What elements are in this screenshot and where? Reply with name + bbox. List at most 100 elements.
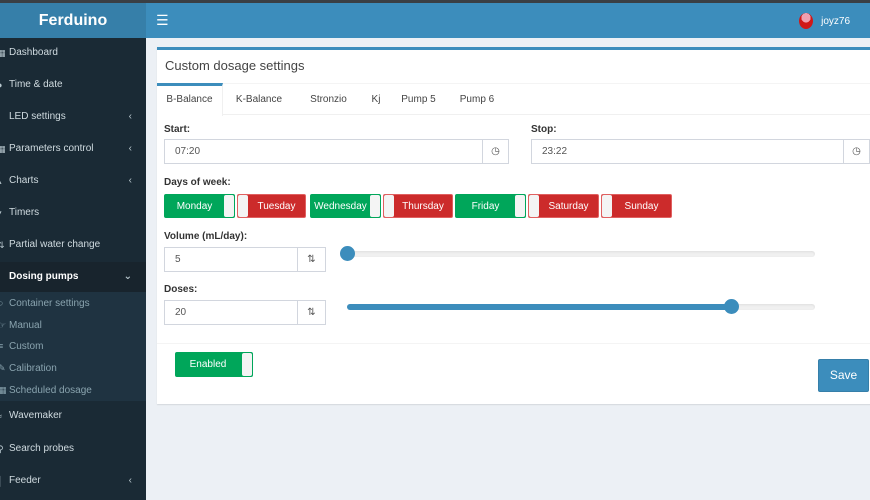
sidebar-item-label: Parameters control bbox=[9, 143, 94, 154]
flask-icon: ○ bbox=[0, 298, 4, 308]
save-button[interactable]: Save bbox=[818, 359, 869, 392]
submenu-item[interactable]: ☞ Manual bbox=[0, 315, 146, 336]
exchange-icon: ⇅ bbox=[0, 240, 5, 250]
submenu-item[interactable]: ≡ Custom bbox=[0, 336, 146, 357]
clock-icon[interactable]: ◷ bbox=[482, 139, 509, 164]
doses-input[interactable]: 20 ⇅ bbox=[164, 300, 326, 325]
chart-icon: ▴ bbox=[0, 166, 2, 196]
sidebar-item[interactable]: ▦ Dashboard bbox=[0, 38, 146, 68]
toggle-knob bbox=[224, 195, 234, 217]
box-title: Custom dosage settings bbox=[165, 58, 305, 73]
filter-icon: ▾ bbox=[0, 198, 2, 228]
start-label: Start: bbox=[164, 124, 191, 135]
doses-slider-handle[interactable] bbox=[723, 299, 739, 314]
sidebar-item-label: LED settings bbox=[9, 111, 66, 122]
sidebar-item-label: Time & date bbox=[9, 79, 63, 90]
sidebar-item-label: Timers bbox=[9, 207, 40, 218]
tab[interactable]: K-Balance bbox=[223, 84, 295, 116]
submenu-item-label: Calibration bbox=[9, 363, 57, 375]
wave-icon: ≈ bbox=[0, 401, 2, 431]
volume-value: 5 bbox=[175, 254, 181, 265]
app-logo[interactable]: Ferduino bbox=[0, 3, 146, 38]
day-toggle[interactable]: Wednesday bbox=[310, 194, 381, 218]
wrench-icon: ✎ bbox=[0, 363, 6, 374]
user-menu[interactable]: joyz76 bbox=[799, 13, 850, 29]
hamburger-icon[interactable]: ☰ bbox=[156, 12, 169, 29]
sidebar-item-label: Partial water change bbox=[9, 239, 101, 250]
sidebar-item[interactable]: ⚲ Search probes bbox=[0, 434, 146, 464]
toggle-knob bbox=[602, 195, 612, 217]
tab[interactable]: Pump 5 bbox=[390, 84, 447, 116]
day-toggle[interactable]: Thursday bbox=[383, 194, 453, 218]
toggle-knob bbox=[529, 195, 539, 217]
tab[interactable]: Stronzio bbox=[295, 84, 362, 116]
toggle-knob bbox=[515, 195, 525, 217]
search-icon: ⚲ bbox=[0, 444, 4, 454]
volume-slider-handle[interactable] bbox=[340, 246, 355, 261]
tab[interactable]: B-Balance bbox=[157, 83, 223, 116]
day-label: Thursday bbox=[402, 201, 444, 212]
volume-input[interactable]: 5 ⇅ bbox=[164, 247, 326, 272]
volume-label: Volume (mL/day): bbox=[164, 231, 248, 242]
sidebar-item[interactable]: ≈ Wavemaker bbox=[0, 401, 146, 431]
doses-value: 20 bbox=[175, 307, 187, 318]
day-toggle[interactable]: Friday bbox=[455, 194, 526, 218]
sidebar-item-label: Wavemaker bbox=[9, 410, 62, 421]
chevron-icon: ‹ bbox=[128, 475, 132, 486]
feeder-icon: ▌ bbox=[0, 476, 4, 486]
stop-time-input[interactable]: 23:22 ◷ bbox=[531, 139, 870, 164]
box-footer-divider bbox=[157, 343, 870, 344]
start-time-input[interactable]: 07:20 ◷ bbox=[164, 139, 509, 164]
doses-slider-fill bbox=[347, 304, 731, 310]
sidebar-item[interactable]: ▦ Parameters control ‹ bbox=[0, 134, 146, 164]
stop-label: Stop: bbox=[531, 124, 557, 135]
day-label: Tuesday bbox=[257, 201, 296, 212]
submenu-item-label: Custom bbox=[9, 341, 44, 353]
tab[interactable]: Pump 6 bbox=[447, 84, 507, 116]
sidebar-item[interactable]: ▾ Timers bbox=[0, 198, 146, 228]
sidebar-item[interactable]: ⇅ Partial water change bbox=[0, 230, 146, 260]
calendar-icon: ▦ bbox=[0, 384, 7, 395]
days-label: Days of week: bbox=[164, 177, 231, 188]
username: joyz76 bbox=[821, 15, 850, 27]
day-toggle[interactable]: Sunday bbox=[601, 194, 672, 218]
top-navbar: ☰ joyz76 bbox=[146, 3, 870, 38]
submenu-item-label: Manual bbox=[9, 319, 42, 331]
dashboard-icon: ▦ bbox=[0, 48, 6, 58]
clock-icon: ● bbox=[0, 70, 2, 100]
day-toggle[interactable]: Monday bbox=[164, 194, 235, 218]
toggle-knob bbox=[238, 195, 248, 217]
sidebar-item-label: Dosing pumps bbox=[9, 271, 79, 282]
sidebar-item[interactable]: ▴ Charts ‹ bbox=[0, 166, 146, 196]
sidebar-item-label: Dashboard bbox=[9, 47, 58, 58]
submenu-item[interactable]: ○ Container settings bbox=[0, 293, 146, 314]
clock-icon[interactable]: ◷ bbox=[843, 139, 870, 164]
sort-numeric-icon[interactable]: ⇅ bbox=[297, 300, 326, 325]
tab[interactable]: Kj bbox=[362, 84, 390, 116]
day-toggle[interactable]: Saturday bbox=[528, 194, 599, 218]
stop-time-value: 23:22 bbox=[542, 146, 568, 157]
doses-label: Doses: bbox=[164, 284, 198, 295]
sidebar-item[interactable]: ▌ Feeder ‹ bbox=[0, 466, 146, 496]
day-toggle[interactable]: Tuesday bbox=[237, 194, 306, 218]
doses-slider[interactable] bbox=[347, 299, 815, 314]
submenu-item-label: Scheduled dosage bbox=[9, 384, 92, 396]
day-label: Monday bbox=[176, 201, 213, 212]
chevron-icon: ‹ bbox=[128, 175, 132, 186]
pump-tabs: B-Balance K-Balance Stronzio Kj Pump 5 Pump 6 bbox=[157, 83, 870, 116]
submenu-item[interactable]: ✎ Calibration bbox=[0, 358, 146, 379]
enabled-toggle[interactable]: Enabled bbox=[175, 352, 253, 377]
sort-numeric-icon[interactable]: ⇅ bbox=[297, 247, 326, 272]
day-label: Friday bbox=[471, 201, 500, 212]
enabled-label: Enabled bbox=[189, 359, 227, 370]
sidebar-item[interactable]: LED settings ‹ bbox=[0, 102, 146, 132]
sidebar-item[interactable]: Dosing pumps ⌄ bbox=[0, 262, 146, 292]
toggle-knob bbox=[242, 353, 252, 376]
volume-slider[interactable] bbox=[340, 246, 815, 261]
table-icon: ▦ bbox=[0, 144, 6, 154]
toggle-knob bbox=[370, 195, 380, 217]
submenu-item[interactable]: ▦ Scheduled dosage bbox=[0, 380, 146, 401]
sidebar-item-label: Feeder bbox=[9, 475, 41, 486]
sidebar: ▦Dashboard●Time & dateLED settings‹▦Para… bbox=[0, 38, 146, 500]
sidebar-item[interactable]: ● Time & date bbox=[0, 70, 146, 100]
